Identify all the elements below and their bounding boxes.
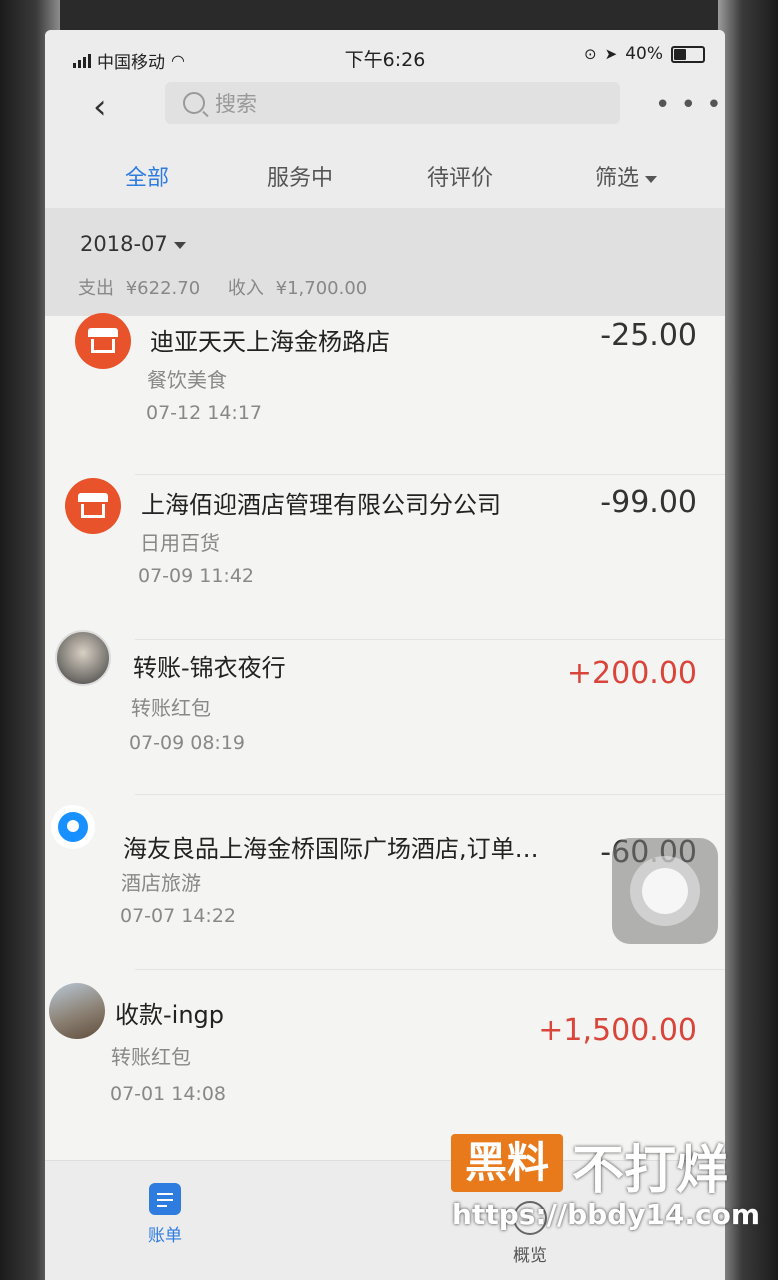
transaction-date: 07-07 14:22 [120, 905, 237, 927]
transaction-category: 酒店旅游 [121, 871, 201, 895]
caret-down-icon [645, 175, 658, 183]
expense-label: 支出 [78, 278, 114, 299]
income-value: ¥1,700.00 [275, 278, 368, 299]
tab-pending-review[interactable]: 待评价 [427, 160, 493, 192]
store-icon [75, 313, 131, 369]
divider [135, 794, 725, 795]
transaction-name: 转账-锦衣夜行 [133, 654, 286, 682]
back-chevron-icon[interactable]: ‹ [93, 90, 107, 124]
battery-icon [671, 45, 705, 63]
tab-filter[interactable]: 筛选 [595, 160, 658, 192]
caret-down-icon [173, 241, 186, 249]
transaction-date: 07-01 14:08 [110, 1083, 227, 1105]
transaction-category: 日用百货 [140, 531, 220, 555]
status-bar: 中国移动 ◠ 下午6:26 ⊙ ➤ 40% [45, 30, 725, 82]
assistive-touch-button[interactable] [612, 838, 718, 944]
search-input[interactable]: 搜索 [165, 82, 620, 124]
transaction-row[interactable]: 迪亚天天上海金杨路店 餐饮美食 07-12 14:17 -25.00 [45, 310, 725, 475]
month-summary: 支出 ¥622.70 收入 ¥1,700.00 [78, 274, 373, 300]
p-brand-icon [51, 805, 95, 849]
divider [135, 969, 725, 970]
search-placeholder: 搜索 [215, 92, 257, 116]
tab-bill-label: 账单 [148, 1226, 182, 1246]
income-label: 收入 [227, 278, 264, 299]
transaction-amount: +1,500.00 [538, 1013, 697, 1048]
tab-bill[interactable]: 账单 [148, 1183, 182, 1246]
transaction-date: 07-12 14:17 [146, 402, 263, 424]
month-label: 2018-07 [80, 232, 168, 256]
avatar [55, 630, 111, 686]
transaction-name: 海友良品上海金桥国际广场酒店,订单… [123, 835, 539, 863]
phone-screen: 中国移动 ◠ 下午6:26 ⊙ ➤ 40% ‹ 搜索 • • • 全部 服务中 … [45, 30, 725, 1280]
battery-percent: 40% [625, 44, 663, 64]
status-right: ⊙ ➤ 40% [584, 44, 705, 64]
transaction-name: 迪亚天天上海金杨路店 [150, 328, 390, 356]
search-icon [183, 92, 205, 114]
watermark-text: 不打烊 [572, 1141, 729, 1201]
month-selector[interactable]: 2018-07 [80, 232, 186, 256]
filter-tabs: 全部 服务中 待评价 筛选 [45, 138, 725, 208]
transaction-row[interactable]: 转账-锦衣夜行 转账红包 07-09 08:19 +200.00 [45, 630, 725, 795]
rotation-lock-icon: ⊙ [584, 45, 597, 63]
transaction-row[interactable]: 收款-ingp 转账红包 07-01 14:08 +1,500.00 [45, 975, 725, 1140]
transaction-row[interactable]: 上海佰迎酒店管理有限公司分公司 日用百货 07-09 11:42 -99.00 [45, 475, 725, 640]
transaction-amount: -25.00 [600, 318, 697, 353]
photo-avatar [49, 983, 105, 1039]
transaction-date: 07-09 08:19 [129, 732, 246, 754]
transaction-category: 餐饮美食 [147, 368, 227, 392]
month-header: 2018-07 支出 ¥622.70 收入 ¥1,700.00 [45, 208, 725, 316]
transaction-name: 上海佰迎酒店管理有限公司分公司 [141, 491, 501, 519]
store-icon [65, 478, 121, 534]
tab-in-service[interactable]: 服务中 [267, 160, 333, 192]
transaction-name: 收款-ingp [115, 1001, 225, 1029]
device-bezel-right [718, 0, 778, 1280]
transaction-amount: +200.00 [566, 656, 697, 691]
more-icon[interactable]: • • • [655, 90, 723, 120]
tab-filter-label: 筛选 [595, 166, 640, 191]
tab-all[interactable]: 全部 [125, 160, 169, 192]
transaction-date: 07-09 11:42 [138, 565, 255, 587]
watermark-url: https://bbdy14.com [452, 1198, 761, 1231]
bill-icon [149, 1183, 181, 1215]
nav-bar: ‹ 搜索 • • • [45, 82, 725, 138]
watermark-logo: 黑料 [451, 1134, 563, 1192]
transaction-category: 转账红包 [131, 696, 211, 720]
transaction-amount: -99.00 [600, 485, 697, 520]
tab-overview-label: 概览 [513, 1246, 547, 1266]
transaction-category: 转账红包 [111, 1045, 191, 1069]
expense-value: ¥622.70 [125, 278, 201, 299]
location-icon: ➤ [604, 45, 618, 63]
